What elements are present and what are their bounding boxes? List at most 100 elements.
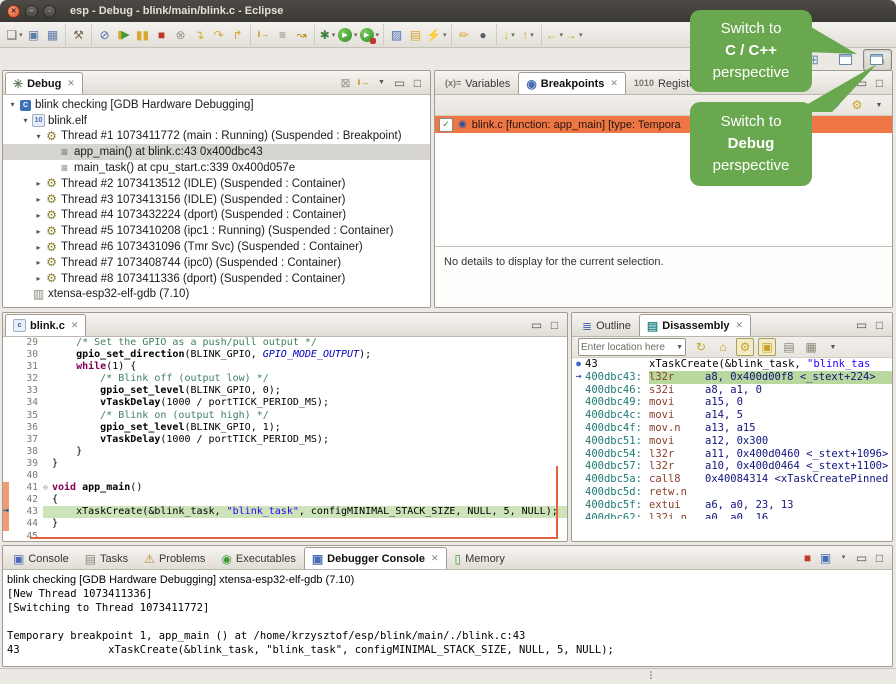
tree-expander-icon[interactable]: ▸ — [33, 243, 44, 252]
dropdown-arrow-icon[interactable]: ▾ — [354, 31, 358, 39]
view-menu-button[interactable]: ▼ — [374, 75, 389, 91]
minimize-button[interactable]: ▭ — [529, 317, 544, 333]
tab-executables[interactable]: ◉Executables — [213, 547, 303, 569]
save-all-button[interactable]: ▦ — [44, 25, 61, 45]
maximize-window-button[interactable]: ▫ — [43, 5, 56, 18]
combo-dropdown-icon[interactable]: ▼ — [676, 344, 683, 351]
step-over-button[interactable]: ↷ — [210, 25, 227, 45]
profile-button[interactable]: ● — [475, 25, 492, 45]
tab-variables[interactable]: (x)=Variables — [437, 72, 518, 94]
instruction-stepping-mode-button[interactable]: i→ — [356, 75, 371, 91]
display-selected-console-button[interactable]: ▣ — [818, 550, 833, 566]
external-tools-button[interactable]: ▶▾ — [360, 25, 380, 45]
disconnect-button[interactable]: ⊗ — [172, 25, 189, 45]
dropdown-arrow-icon[interactable]: ▾ — [19, 31, 23, 39]
new-wizard-button[interactable]: ❏▾ — [6, 25, 23, 45]
tab-console[interactable]: ▣Console — [5, 547, 77, 569]
remove-all-terminated-button[interactable]: ⊠ — [338, 75, 353, 91]
save-button[interactable]: ▣ — [25, 25, 42, 45]
tab-debugger-console[interactable]: ▣Debugger Console✕ — [304, 547, 447, 569]
cpp-perspective-button[interactable]: C — [831, 49, 860, 71]
minimize-button[interactable]: ▭ — [392, 75, 407, 91]
code-editor[interactable]: 29 /* Set the GPIO as a push/pull output… — [3, 337, 567, 542]
tree-row[interactable]: ▾10blink.elf — [3, 113, 430, 129]
maximize-button[interactable]: □ — [872, 550, 887, 566]
console-dropdown-button[interactable]: ▾ — [836, 550, 851, 566]
dropdown-arrow-icon[interactable]: ▾ — [332, 31, 336, 39]
minimize-button[interactable]: ▭ — [854, 550, 869, 566]
tree-row[interactable]: ▾⚙Thread #1 1073411772 (main : Running) … — [3, 129, 430, 145]
next-annotation-button[interactable]: ↓▾ — [501, 25, 518, 45]
close-icon[interactable]: ✕ — [431, 553, 439, 564]
tab-problems[interactable]: ⚠Problems — [136, 547, 213, 569]
location-combo[interactable]: Enter location here▼ — [578, 338, 686, 356]
tree-expander-icon[interactable]: ▸ — [33, 195, 44, 204]
open-new-view-button[interactable]: ▤ — [780, 338, 798, 356]
tab-disassembly[interactable]: ▤Disassembly✕ — [639, 314, 751, 336]
tree-expander-icon[interactable]: ▸ — [33, 274, 44, 283]
tree-row[interactable]: ▥xtensa-esp32-elf-gdb (7.10) — [3, 287, 430, 303]
tree-row[interactable]: ▸⚙Thread #8 1073411336 (dport) (Suspende… — [3, 271, 430, 287]
resume-button[interactable]: ▮▶ — [115, 25, 132, 45]
pin-view-button[interactable]: ▦ — [802, 338, 820, 356]
maximize-button[interactable]: □ — [872, 317, 887, 333]
tree-expander-icon[interactable]: ▸ — [33, 258, 44, 267]
skip-all-breakpoints-button[interactable]: ⊘ — [96, 25, 113, 45]
dropdown-arrow-icon[interactable]: ▾ — [560, 31, 564, 39]
close-icon[interactable]: ✕ — [71, 320, 79, 331]
back-button[interactable]: ←▾ — [546, 25, 564, 45]
instruction-stepping-button[interactable]: i→ — [255, 25, 272, 45]
dropdown-arrow-icon[interactable]: ▾ — [443, 31, 447, 39]
tree-expander-icon[interactable]: ▸ — [33, 211, 44, 220]
run-launch-button[interactable]: ▶▾ — [338, 25, 358, 45]
forward-button[interactable]: →▾ — [565, 25, 583, 45]
build-button[interactable]: ⚒ — [70, 25, 87, 45]
view-menu-button[interactable]: ▼ — [870, 96, 888, 114]
home-button[interactable]: ⌂ — [714, 338, 732, 356]
console-output[interactable]: blink checking [GDB Hardware Debugging] … — [3, 570, 892, 657]
terminate-button[interactable]: ■ — [153, 25, 170, 45]
tab-memory[interactable]: ▯Memory — [447, 547, 513, 569]
use-step-filters-button[interactable]: ↝ — [293, 25, 310, 45]
tab-outline[interactable]: ≣Outline — [574, 314, 639, 336]
tree-expander-icon[interactable]: ▾ — [20, 116, 31, 125]
breakpoint-row[interactable]: ✓ ◉ blink.c [function: app_main] [type: … — [435, 116, 892, 133]
dropdown-arrow-icon[interactable]: ▾ — [511, 31, 515, 39]
tree-row[interactable]: ▸⚙Thread #3 1073413156 (IDLE) (Suspended… — [3, 192, 430, 208]
sync-selection-toggle[interactable]: ▣ — [758, 338, 776, 356]
track-expression-toggle[interactable]: ⚙ — [736, 338, 754, 356]
tree-row[interactable]: ▸⚙Thread #2 1073413512 (IDLE) (Suspended… — [3, 176, 430, 192]
suspend-button[interactable]: ▮▮ — [134, 25, 151, 45]
previous-annotation-button[interactable]: ↑▾ — [520, 25, 537, 45]
show-supported-breakpoints-button[interactable]: ❖ — [826, 96, 844, 114]
debug-launch-button[interactable]: ✱▾ — [319, 25, 336, 45]
disassembly-listing[interactable]: ●43xTaskCreate(&blink_task, "blink_tas→4… — [572, 358, 892, 519]
tree-row[interactable]: ▸⚙Thread #4 1073432224 (dport) (Suspende… — [3, 208, 430, 224]
dropdown-arrow-icon[interactable]: ▾ — [579, 31, 583, 39]
close-icon[interactable]: ✕ — [736, 320, 744, 331]
maximize-button[interactable]: □ — [410, 75, 425, 91]
tree-expander-icon[interactable]: ▾ — [33, 132, 44, 141]
tab-breakpoints[interactable]: ◉Breakpoints✕ — [518, 72, 626, 94]
maximize-button[interactable]: □ — [547, 317, 562, 333]
close-window-button[interactable]: ✕ — [7, 5, 20, 18]
tree-row[interactable]: ≡main_task() at cpu_start.c:339 0x400d05… — [3, 160, 430, 176]
dropdown-arrow-icon[interactable]: ▾ — [376, 31, 380, 39]
tree-expander-icon[interactable]: ▾ — [7, 100, 18, 109]
debug-perspective-button[interactable]: ✳ — [863, 49, 892, 71]
breakpoint-checkbox[interactable]: ✓ — [439, 118, 453, 132]
tree-row[interactable]: ▾Cblink checking [GDB Hardware Debugging… — [3, 97, 430, 113]
new-cpp-project-button[interactable]: ▨ — [388, 25, 405, 45]
flash-button[interactable]: ⚡▾ — [426, 25, 446, 45]
tree-row[interactable]: ▸⚙Thread #5 1073410208 (ipc1 : Running) … — [3, 223, 430, 239]
tree-row[interactable]: ▸⚙Thread #7 1073408744 (ipc0) (Suspended… — [3, 255, 430, 271]
tree-expander-icon[interactable]: ▸ — [33, 227, 44, 236]
step-into-button[interactable]: ↴ — [191, 25, 208, 45]
tree-expander-icon[interactable]: ▸ — [33, 179, 44, 188]
dropdown-arrow-icon[interactable]: ▾ — [530, 31, 534, 39]
tab-tasks[interactable]: ▤Tasks — [77, 547, 136, 569]
skip-all-breakpoints-toggle[interactable]: ⚙ — [848, 96, 866, 114]
open-resource-button[interactable]: ▤ — [407, 25, 424, 45]
resize-grip[interactable] — [650, 671, 652, 679]
maximize-button[interactable]: □ — [872, 75, 887, 91]
